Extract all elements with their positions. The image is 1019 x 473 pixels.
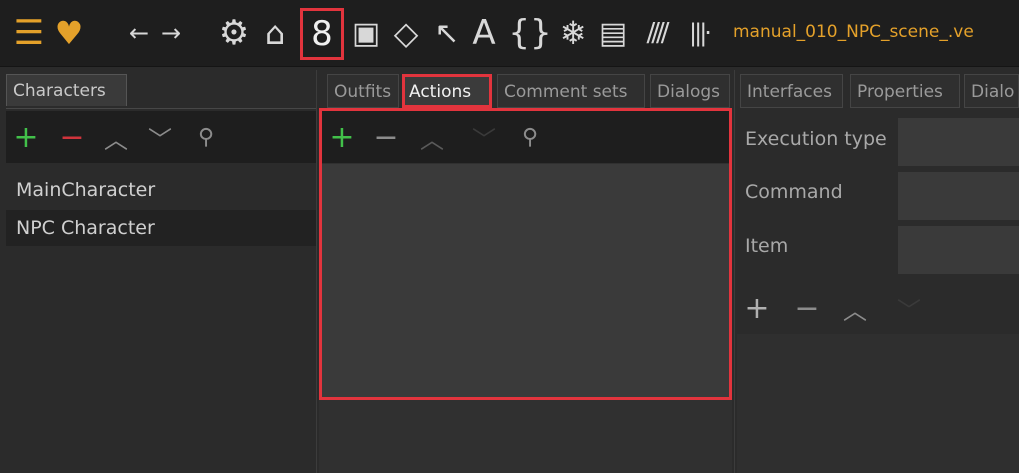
tab-actions[interactable]: Actions (402, 74, 492, 108)
remove-icon[interactable]: − (54, 111, 90, 163)
menu-icon[interactable]: ☰ (12, 0, 46, 66)
execution-type-label: Execution type (745, 128, 887, 150)
panel-divider (316, 70, 317, 473)
move-up-icon[interactable]: ︿ (414, 111, 450, 163)
font-icon[interactable]: A (464, 0, 504, 66)
item-field[interactable] (898, 226, 1019, 274)
actions-toolbar: + − ︿ ﹀ ⚲ (322, 111, 729, 163)
tab-properties[interactable]: Properties (850, 74, 960, 108)
tab-outfits[interactable]: Outfits (327, 74, 399, 108)
item-list[interactable] (737, 334, 1019, 473)
forward-arrow-icon[interactable]: → (158, 0, 184, 66)
move-down-icon[interactable]: ﹀ (891, 282, 927, 334)
actions-list[interactable] (322, 164, 729, 397)
search-icon[interactable]: ⚲ (188, 111, 224, 163)
tab-interfaces[interactable]: Interfaces (740, 74, 843, 108)
tab-comment-sets[interactable]: Comment sets (497, 74, 645, 108)
tab-characters[interactable]: Characters (6, 74, 127, 106)
dialog-icon[interactable]: ▣ (346, 0, 386, 66)
execution-type-field[interactable] (898, 118, 1019, 166)
chat-icon[interactable]: ▤ (594, 0, 632, 66)
project-title: manual_010_NPC_scene_.ve (733, 22, 974, 42)
command-label: Command (745, 181, 843, 203)
list-item[interactable]: NPC Character (6, 210, 316, 246)
tab-dialogs-2[interactable]: Dialo (964, 74, 1019, 108)
search-icon[interactable]: ⚲ (512, 111, 548, 163)
tab-dialogs[interactable]: Dialogs (650, 74, 730, 108)
snowflake-icon[interactable]: ❄ (554, 0, 592, 66)
item-label: Item (745, 235, 789, 257)
move-down-icon[interactable]: ﹀ (142, 111, 178, 163)
add-icon[interactable]: + (739, 282, 775, 334)
braces-icon[interactable]: {} (508, 0, 552, 66)
move-up-icon[interactable]: ︿ (98, 111, 134, 163)
character-icon[interactable]: 8 (300, 8, 344, 60)
item-toolbar: + − ︿ ﹀ (737, 282, 1019, 334)
add-icon[interactable]: + (8, 111, 44, 163)
remove-icon[interactable]: − (789, 282, 825, 334)
stripes-icon[interactable]: //// (634, 0, 678, 66)
list-item[interactable]: MainCharacter (6, 172, 316, 208)
move-down-icon[interactable]: ﹀ (466, 111, 502, 163)
audio-icon[interactable]: |||· (676, 0, 722, 66)
back-arrow-icon[interactable]: ← (126, 0, 152, 66)
logo-icon[interactable]: ♥ (50, 0, 88, 66)
remove-icon[interactable]: − (368, 111, 404, 163)
characters-toolbar: + − ︿ ﹀ ⚲ (6, 111, 316, 163)
cursor-icon[interactable]: ↖ (428, 0, 466, 66)
main-toolbar: ☰ ♥ ← → ⚙ ⌂ 8 ▣ ◇ ↖ A {} ❄ ▤ //// |||· m… (0, 0, 1019, 67)
tabbar-divider (6, 108, 316, 109)
command-field[interactable] (898, 172, 1019, 220)
gem-icon[interactable]: ◇ (386, 0, 426, 66)
move-up-icon[interactable]: ︿ (837, 282, 873, 334)
panel-divider (734, 70, 735, 473)
gear-icon[interactable]: ⚙ (214, 0, 254, 66)
add-icon[interactable]: + (324, 111, 360, 163)
home-icon[interactable]: ⌂ (256, 0, 294, 66)
